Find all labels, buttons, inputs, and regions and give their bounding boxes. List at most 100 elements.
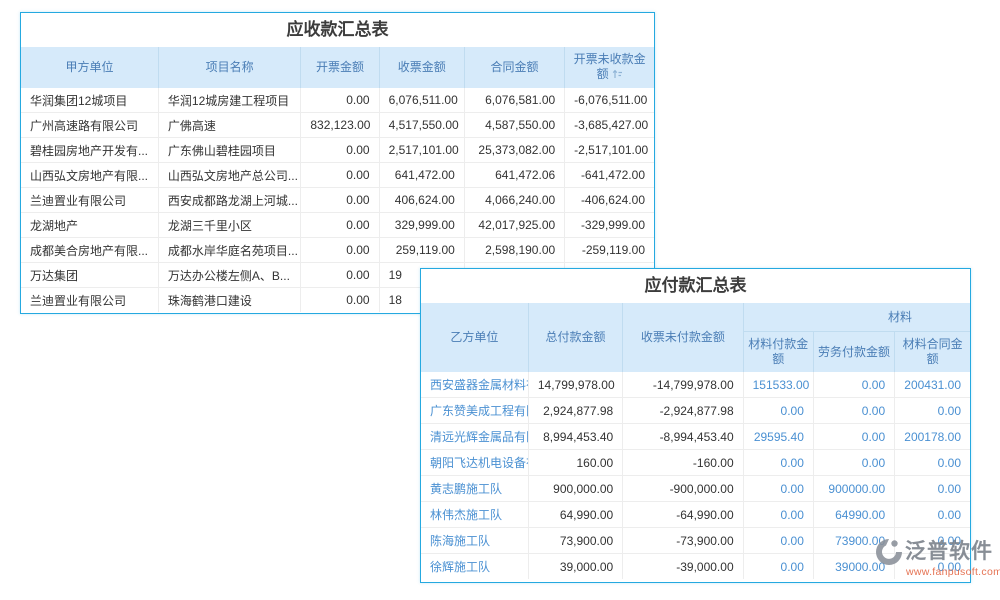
table-cell: 900000.00 bbox=[813, 476, 894, 502]
table-cell: 碧桂园房地产开发有... bbox=[21, 138, 158, 163]
col-party-b-unit: 乙方单位 bbox=[421, 303, 528, 372]
table-cell: 2,598,190.00 bbox=[464, 238, 564, 263]
fanpu-logo-icon bbox=[873, 536, 905, 568]
table-cell: 龙湖地产 bbox=[21, 213, 158, 238]
table-row: 广东赞美成工程有限2,924,877.98-2,924,877.980.000.… bbox=[421, 398, 970, 424]
table-cell: 0.00 bbox=[301, 163, 379, 188]
table-cell: 832,123.00 bbox=[301, 113, 379, 138]
table-cell: 0.00 bbox=[743, 450, 813, 476]
table-cell: 兰迪置业有限公司 bbox=[21, 188, 158, 213]
table-cell: 4,066,240.00 bbox=[464, 188, 564, 213]
table-cell: 广佛高速 bbox=[158, 113, 300, 138]
table-cell: 山西弘文房地产总公司... bbox=[158, 163, 300, 188]
table-cell: 64990.00 bbox=[813, 502, 894, 528]
table-cell: -39,000.00 bbox=[623, 554, 743, 580]
table-cell[interactable]: 陈海施工队 bbox=[421, 528, 528, 554]
table-cell: -406,624.00 bbox=[565, 188, 654, 213]
table-cell: 0.00 bbox=[301, 138, 379, 163]
table-cell: 0.00 bbox=[813, 424, 894, 450]
table-cell: 42,017,925.00 bbox=[464, 213, 564, 238]
table-cell: 641,472.00 bbox=[379, 163, 464, 188]
table-cell: 6,076,581.00 bbox=[464, 88, 564, 113]
table-row: 清远光辉金属品有限8,994,453.40-8,994,453.4029595.… bbox=[421, 424, 970, 450]
table-cell: 329,999.00 bbox=[379, 213, 464, 238]
payables-table-title: 应付款汇总表 bbox=[421, 269, 970, 303]
table-cell: 华润12城房建工程项目 bbox=[158, 88, 300, 113]
col-material-payment-amount: 材料付款金额 bbox=[743, 332, 813, 373]
col-invoiced-unreceived-amount[interactable]: 开票未收款金额 bbox=[565, 47, 654, 88]
table-cell: 200178.00 bbox=[895, 424, 970, 450]
table-cell[interactable]: 清远光辉金属品有限 bbox=[421, 424, 528, 450]
col-receipted-unpaid-amount: 收票未付款金额 bbox=[623, 303, 743, 372]
fanpu-watermark: 泛普软件 www.fanpusoft.com bbox=[873, 536, 997, 578]
table-cell: 900,000.00 bbox=[528, 476, 622, 502]
table-cell: 2,517,101.00 bbox=[379, 138, 464, 163]
table-cell: 200431.00 bbox=[895, 372, 970, 398]
table-cell[interactable]: 黄志鹏施工队 bbox=[421, 476, 528, 502]
table-row: 山西弘文房地产有限...山西弘文房地产总公司...0.00641,472.006… bbox=[21, 163, 654, 188]
table-row: 朝阳飞达机电设备有160.00-160.000.000.000.00 bbox=[421, 450, 970, 476]
table-cell: 万达办公楼左侧A、B... bbox=[158, 263, 300, 288]
table-cell: 6,076,511.00 bbox=[379, 88, 464, 113]
table-cell: 成都美合房地产有限... bbox=[21, 238, 158, 263]
table-cell: 0.00 bbox=[895, 450, 970, 476]
table-cell: 华润集团12城项目 bbox=[21, 88, 158, 113]
table-cell: 259,119.00 bbox=[379, 238, 464, 263]
table-cell: 73,900.00 bbox=[528, 528, 622, 554]
table-cell: -6,076,511.00 bbox=[565, 88, 654, 113]
table-row: 西安盛器金属材料有14,799,978.00-14,799,978.001515… bbox=[421, 372, 970, 398]
table-cell[interactable]: 朝阳飞达机电设备有 bbox=[421, 450, 528, 476]
table-row: 黄志鹏施工队900,000.00-900,000.000.00900000.00… bbox=[421, 476, 970, 502]
col-receipt-amount: 收票金额 bbox=[379, 47, 464, 88]
table-cell: 0.00 bbox=[743, 554, 813, 580]
table-cell: 0.00 bbox=[301, 288, 379, 313]
receivables-table-title: 应收款汇总表 bbox=[21, 13, 654, 47]
table-cell: -900,000.00 bbox=[623, 476, 743, 502]
table-cell: 万达集团 bbox=[21, 263, 158, 288]
table-cell: 8,994,453.40 bbox=[528, 424, 622, 450]
table-cell: 0.00 bbox=[813, 372, 894, 398]
table-cell: -64,990.00 bbox=[623, 502, 743, 528]
table-row: 成都美合房地产有限...成都水岸华庭名苑项目...0.00259,119.002… bbox=[21, 238, 654, 263]
table-row: 广州高速路有限公司广佛高速832,123.004,517,550.004,587… bbox=[21, 113, 654, 138]
table-cell: 广州高速路有限公司 bbox=[21, 113, 158, 138]
sort-amount-icon[interactable] bbox=[612, 68, 623, 83]
table-cell: 龙湖三千里小区 bbox=[158, 213, 300, 238]
table-cell[interactable]: 西安盛器金属材料有 bbox=[421, 372, 528, 398]
table-cell: 641,472.06 bbox=[464, 163, 564, 188]
col-contract-amount: 合同金额 bbox=[464, 47, 564, 88]
col-invoice-amount: 开票金额 bbox=[301, 47, 379, 88]
table-cell: -73,900.00 bbox=[623, 528, 743, 554]
table-row: 林伟杰施工队64,990.00-64,990.000.0064990.000.0… bbox=[421, 502, 970, 528]
table-cell: 64,990.00 bbox=[528, 502, 622, 528]
table-cell: 广东佛山碧桂园项目 bbox=[158, 138, 300, 163]
table-cell: -2,924,877.98 bbox=[623, 398, 743, 424]
table-cell: 160.00 bbox=[528, 450, 622, 476]
table-cell: 0.00 bbox=[301, 188, 379, 213]
table-cell: 0.00 bbox=[301, 88, 379, 113]
table-cell: 0.00 bbox=[895, 502, 970, 528]
col-party-a-unit: 甲方单位 bbox=[21, 47, 158, 88]
table-cell: 29595.40 bbox=[743, 424, 813, 450]
table-cell: 4,587,550.00 bbox=[464, 113, 564, 138]
table-cell: 0.00 bbox=[813, 450, 894, 476]
table-cell: 0.00 bbox=[743, 476, 813, 502]
table-cell: 39,000.00 bbox=[528, 554, 622, 580]
table-cell: 0.00 bbox=[743, 398, 813, 424]
table-row: 兰迪置业有限公司西安成都路龙湖上河城...0.00406,624.004,066… bbox=[21, 188, 654, 213]
table-cell[interactable]: 徐辉施工队 bbox=[421, 554, 528, 580]
table-row: 碧桂园房地产开发有...广东佛山碧桂园项目0.002,517,101.0025,… bbox=[21, 138, 654, 163]
table-cell: 珠海鹤港口建设 bbox=[158, 288, 300, 313]
table-cell: -259,119.00 bbox=[565, 238, 654, 263]
table-cell: 0.00 bbox=[743, 502, 813, 528]
table-cell: 0.00 bbox=[895, 476, 970, 502]
table-cell: 兰迪置业有限公司 bbox=[21, 288, 158, 313]
table-cell: 14,799,978.00 bbox=[528, 372, 622, 398]
table-cell: 0.00 bbox=[813, 398, 894, 424]
watermark-url-text: www.fanpusoft.com bbox=[906, 566, 997, 578]
col-labor-payment-amount: 劳务付款金额 bbox=[813, 332, 894, 373]
table-cell[interactable]: 广东赞美成工程有限 bbox=[421, 398, 528, 424]
table-cell: 0.00 bbox=[895, 398, 970, 424]
table-cell[interactable]: 林伟杰施工队 bbox=[421, 502, 528, 528]
col-project-name: 项目名称 bbox=[158, 47, 300, 88]
